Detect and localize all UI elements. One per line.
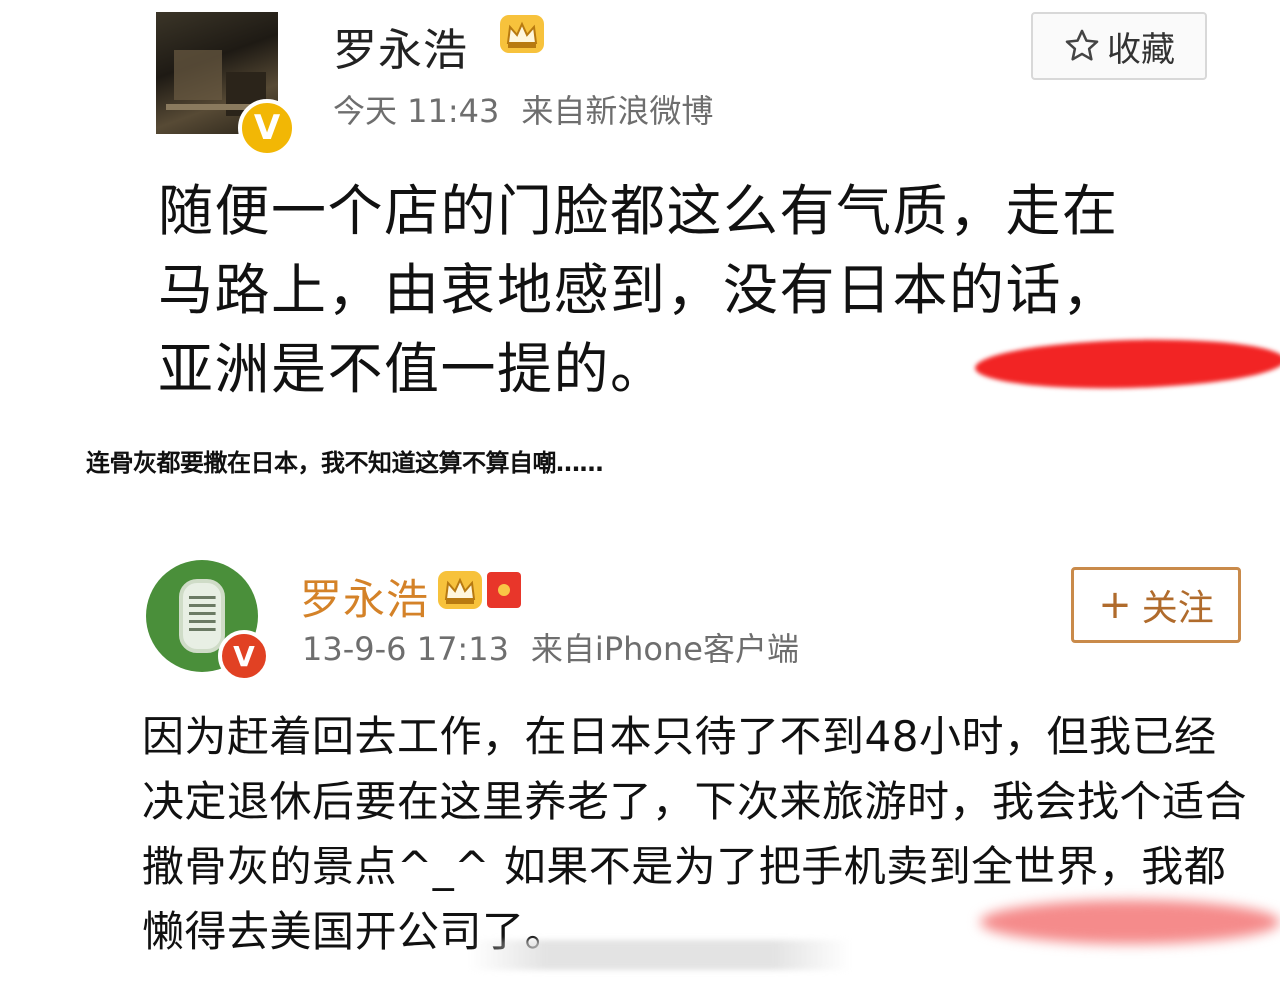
watermark bbox=[470, 940, 850, 970]
star-outline-icon bbox=[1065, 29, 1099, 61]
follow-label: 关注 bbox=[1141, 588, 1214, 629]
crown-icon bbox=[500, 15, 544, 53]
redaction-mark bbox=[980, 900, 1280, 944]
post-meta: 今天 11:43 来自新浪微博 bbox=[333, 86, 713, 132]
post-source[interactable]: 来自新浪微博 bbox=[521, 92, 713, 130]
favorite-button[interactable]: 收藏 bbox=[1031, 12, 1207, 80]
follow-button[interactable]: + 关注 bbox=[1071, 567, 1241, 643]
verified-badge-icon: V bbox=[218, 630, 270, 682]
crown-icon bbox=[438, 571, 482, 609]
red-envelope-icon[interactable] bbox=[487, 572, 521, 608]
plus-icon: + bbox=[1098, 582, 1132, 628]
post-meta: 13-9-6 17:13 来自iPhone客户端 bbox=[302, 624, 799, 670]
post-source[interactable]: 来自iPhone客户端 bbox=[531, 630, 799, 668]
author-name[interactable]: 罗永浩 bbox=[300, 566, 429, 627]
caption-text: 连骨灰都要撒在日本，我不知道这算不算自嘲…… bbox=[86, 449, 604, 477]
screenshot-page: V 罗永浩 今天 11:43 来自新浪微博 收藏 随便一个店的门脸都这么有气质，走… bbox=[0, 0, 1280, 992]
author-name[interactable]: 罗永浩 bbox=[333, 14, 468, 78]
verified-badge-icon: V bbox=[238, 99, 296, 157]
post-time: 13-9-6 17:13 bbox=[302, 630, 509, 668]
post-time: 今天 11:43 bbox=[333, 92, 500, 130]
phone-icon bbox=[179, 579, 225, 653]
favorite-label: 收藏 bbox=[1107, 29, 1175, 70]
